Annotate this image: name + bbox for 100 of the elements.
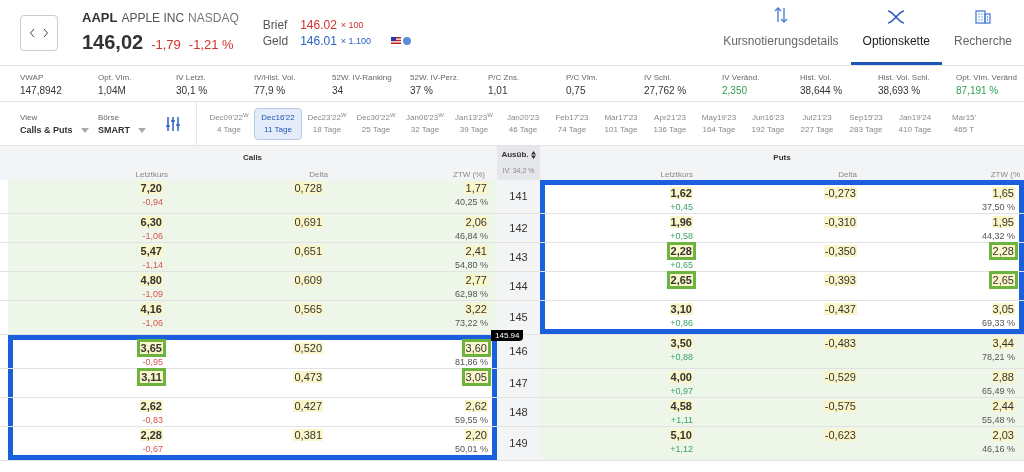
delta-value: -0,483 — [823, 337, 857, 349]
back-icon[interactable] — [30, 28, 35, 37]
time-value: 3,05 — [991, 303, 1015, 315]
sort-icon[interactable] — [530, 151, 536, 160]
in-the-money-row[interactable]: 6,30 -1,06 0,691 2,06 46,84 % — [8, 214, 497, 242]
price-change: -0,95 — [142, 356, 163, 368]
stat-label: P/C Vlm. — [566, 71, 599, 84]
stat-value: 38,644 % — [800, 83, 844, 97]
outlined-row[interactable]: 2,62 -0,83 0,427 2,62 59,55 % — [8, 398, 497, 426]
time-value: 1,77 — [464, 182, 488, 194]
time-value: 2,28 — [991, 245, 1015, 257]
in-the-money-row[interactable]: 4,16 -1,06 0,565 3,22 73,22 % — [8, 301, 497, 334]
outlined-row[interactable]: 2,65 -0,393 2,65 — [540, 272, 1024, 300]
outlined-row[interactable]: 3,10 +0,86 -0,437 3,05 69,33 % — [540, 301, 1024, 334]
outlined-row[interactable]: 1,96 +0,58 -0,310 1,95 44,32 % — [540, 214, 1024, 242]
expiry-tab[interactable]: Sep15'23 283 Tage — [842, 108, 890, 139]
outlined-row[interactable]: 3,65 -0,95 0,520 3,60 81,86 % — [8, 335, 497, 368]
ask-label: Geld — [262, 32, 289, 49]
view-tab[interactable]: Kursnotierungsdetails — [711, 0, 851, 65]
time-value-percent: 62,98 % — [454, 288, 488, 300]
time-value: 1,65 — [991, 187, 1015, 199]
delta-value: -0,623 — [823, 429, 857, 441]
delta-value: -0,273 — [823, 187, 857, 199]
time-value-percent: 69,33 % — [981, 317, 1015, 329]
view-tab[interactable]: Recherche — [941, 0, 1024, 65]
column-header: Delta — [308, 169, 328, 181]
expiry-tab[interactable]: Dec09'22$^{W}$ 4 Tage — [205, 108, 253, 139]
underlying-price-marker: 145.94 — [491, 330, 524, 341]
outlined-row[interactable]: 2,28 +0,65 -0,350 2,28 — [540, 243, 1024, 271]
last-price: 4,58 — [669, 400, 693, 412]
expiry-tab[interactable]: Dec16'22 11 Tage — [254, 107, 302, 140]
in-the-money-row[interactable]: 4,58 +1,11 -0,575 2,44 55,48 % — [540, 398, 1024, 426]
outlined-row[interactable]: 1,62 +0,45 -0,273 1,65 37,50 % — [540, 180, 1024, 213]
strike-price: 142 — [509, 220, 528, 236]
in-the-money-row[interactable]: 4,80 -1,09 0,609 2,77 62,98 % — [8, 272, 497, 300]
column-header: ZTW (%) — [452, 169, 486, 181]
stat-label: IV Letzt. — [176, 71, 207, 84]
strike-price: 147 — [509, 375, 528, 391]
crossed-lines-icon — [887, 10, 906, 24]
strike-price: 149 — [509, 436, 528, 452]
exchange-dropdown[interactable]: SMART — [98, 123, 166, 137]
stat-value: 77,9 % — [254, 83, 287, 97]
outlined-row[interactable]: 3,11 0,473 3,05 — [8, 369, 497, 397]
expiry-tab[interactable]: Jun16'23 192 Tage — [744, 108, 792, 139]
company-name: APPLE INC — [121, 9, 185, 27]
filter-sliders-icon[interactable] — [166, 115, 180, 132]
price-change: -1,09 — [142, 288, 163, 300]
expiry-tab[interactable]: Jan19'24 410 Tage — [891, 108, 939, 139]
delta-value: -0,350 — [823, 245, 857, 257]
time-value-percent: 55,48 % — [981, 414, 1015, 426]
expiry-tab[interactable]: Mar17'23 101 Tage — [597, 108, 645, 139]
time-value: 3,60 — [464, 342, 488, 354]
expiry-tab[interactable]: Feb17'23 74 Tage — [548, 108, 596, 139]
expiry-tab[interactable]: Dec30'22$^{W}$ 25 Tage — [352, 108, 400, 139]
time-value: 3,44 — [991, 337, 1015, 349]
last-price: 3,11 — [140, 371, 163, 383]
expiry-tab[interactable]: Apr21'23 136 Tage — [646, 108, 694, 139]
delta-value: 0,427 — [293, 400, 323, 412]
delta-value: 0,520 — [293, 342, 323, 354]
last-price: 3,65 — [139, 342, 163, 354]
stat-label: P/C Zns. — [488, 71, 521, 84]
last-price: 1,62 — [669, 187, 693, 199]
delta-value: -0,393 — [823, 274, 857, 286]
stat-value: 1,04M — [98, 83, 127, 97]
in-the-money-row[interactable]: 5,47 -1,14 0,651 2,41 54,80 % — [8, 243, 497, 271]
price-change: -1,06 — [142, 230, 163, 242]
last-price: 2,28 — [139, 429, 163, 441]
strike-price: 148 — [509, 404, 528, 420]
outlined-row[interactable]: 2,28 -0,67 0,381 2,20 50,01 % — [8, 427, 497, 460]
in-the-money-row[interactable]: 3,50 +0,88 -0,483 3,44 78,21 % — [540, 335, 1024, 368]
expiry-tab[interactable]: Jan13'23$^{W}$ 39 Tage — [450, 108, 498, 139]
expiry-tab[interactable]: Dec23'22$^{W}$ 18 Tage — [303, 108, 351, 139]
view-tab[interactable]: Optionskette — [850, 0, 942, 65]
strike-header[interactable]: Ausüb. — [501, 149, 529, 162]
delta-value: -0,437 — [823, 303, 857, 315]
expiry-tab[interactable]: Jul21'23 227 Tage — [793, 108, 841, 139]
expiry-tab[interactable]: Jan20'23 46 Tage — [499, 108, 547, 139]
price-change: +0,45 — [670, 201, 693, 213]
delta-value: 0,728 — [293, 182, 323, 194]
time-value-percent: 59,55 % — [454, 414, 488, 426]
delta-value: -0,575 — [823, 400, 857, 412]
in-the-money-row[interactable]: 7,20 -0,94 0,728 1,77 40,25 % — [8, 180, 497, 213]
delta-value: 0,381 — [293, 429, 323, 441]
calls-heading: Calls — [242, 152, 263, 164]
in-the-money-row[interactable]: 5,10 +1,12 -0,623 2,03 46,16 % — [540, 427, 1024, 460]
delta-value: 0,651 — [293, 245, 323, 257]
expiry-tab[interactable]: May19'23 164 Tage — [695, 108, 743, 139]
last-price: 2,62 — [139, 400, 163, 412]
delta-value: 0,473 — [293, 371, 323, 383]
strike-price: 145 — [509, 310, 528, 326]
forward-icon[interactable] — [43, 28, 48, 37]
in-the-money-row[interactable]: 4,00 +0,97 -0,529 2,88 65,49 % — [540, 369, 1024, 397]
expiry-tab[interactable]: Mar15' 465 T — [940, 108, 988, 139]
view-dropdown[interactable]: Calls & Puts — [20, 123, 98, 137]
stat-label: IV Veränd. — [722, 71, 761, 84]
time-value: 2,03 — [991, 429, 1015, 441]
sort-arrows-icon — [772, 6, 789, 24]
stat-value: 27,762 % — [644, 83, 688, 97]
expiry-tab[interactable]: Jan06'23$^{W}$ 32 Tage — [401, 108, 449, 139]
last-price: 1,96 — [669, 216, 693, 228]
